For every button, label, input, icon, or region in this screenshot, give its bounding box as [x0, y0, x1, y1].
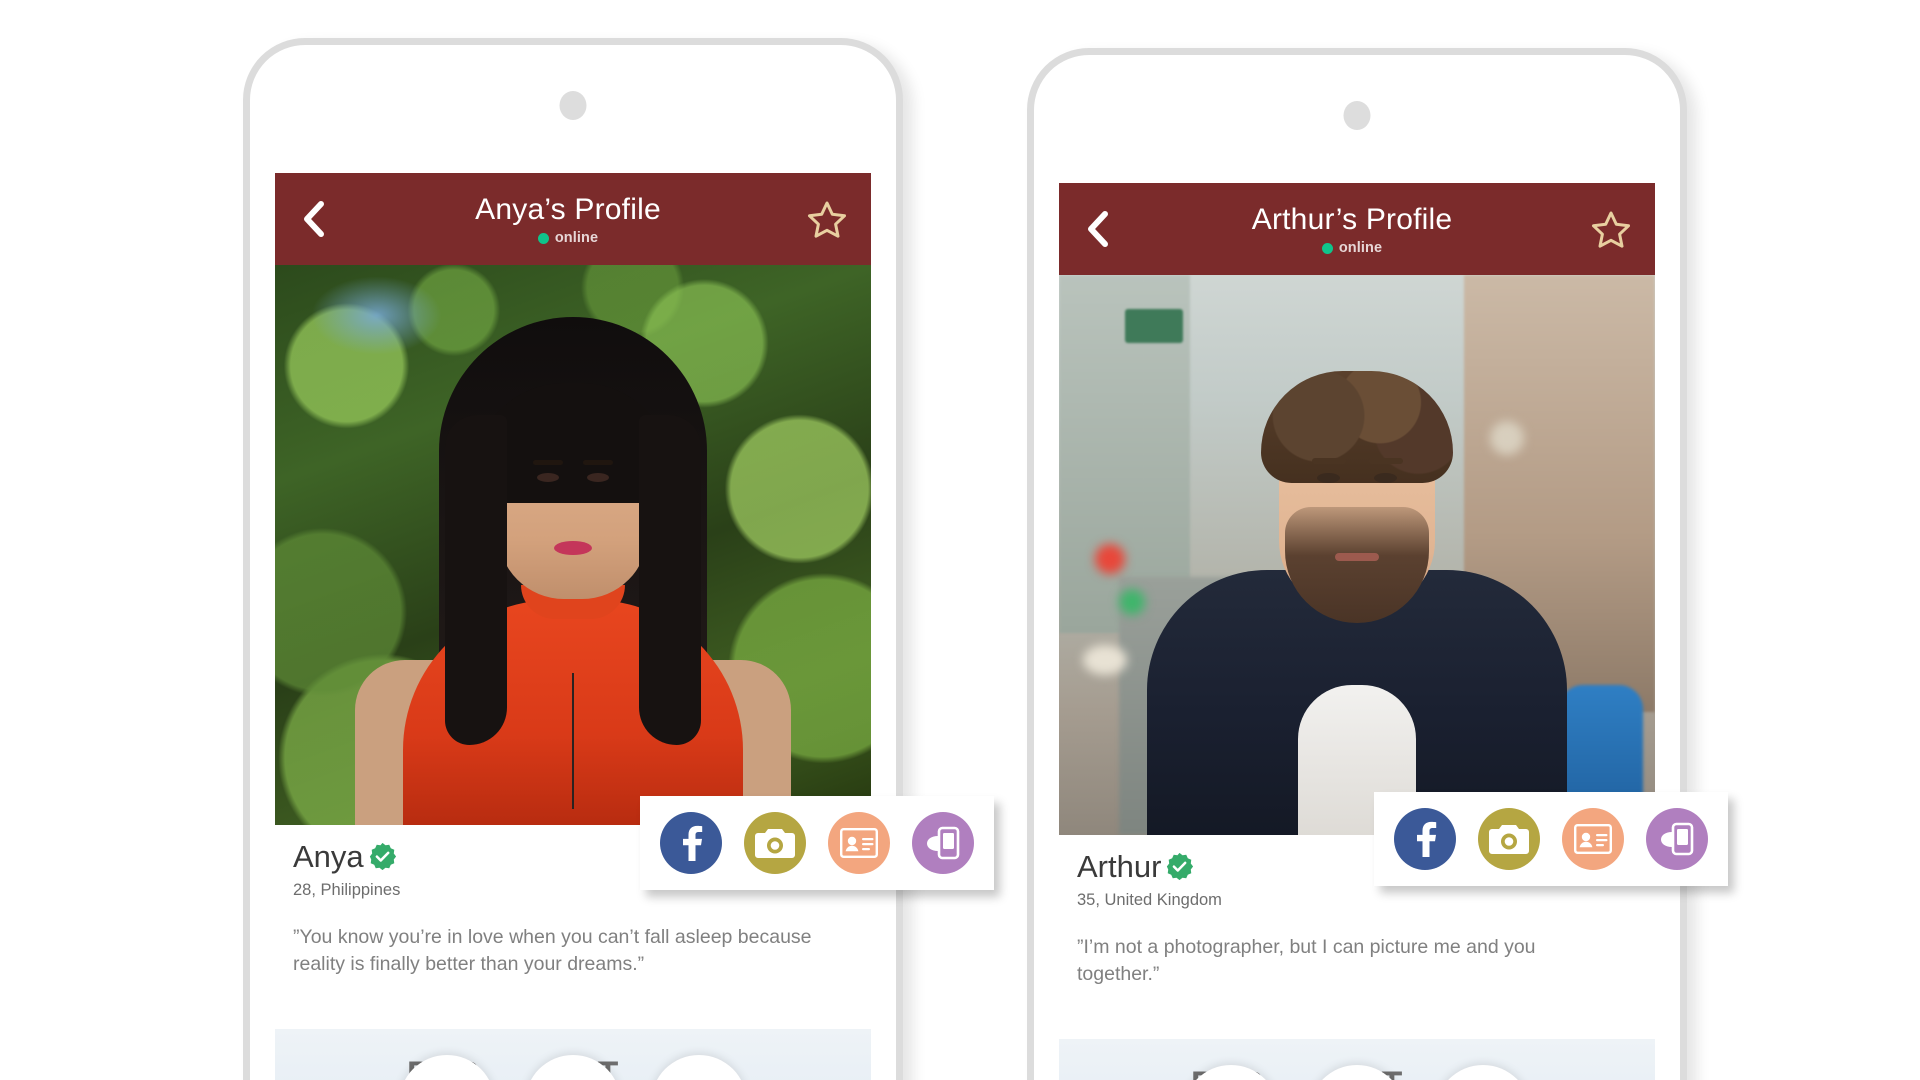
social-actions-card-arthur	[1374, 792, 1728, 886]
action-row	[1059, 1065, 1655, 1080]
facebook-icon[interactable]	[1394, 808, 1456, 870]
id-card-icon[interactable]	[828, 812, 890, 874]
like-button[interactable]	[651, 1055, 747, 1080]
bottom-action-band: PER IT	[275, 1029, 871, 1080]
video-call-button[interactable]	[399, 1055, 495, 1080]
profile-meta: 35, United Kingdom	[1077, 891, 1222, 909]
status-label: online	[1338, 240, 1383, 257]
status-badge: online	[1321, 240, 1383, 257]
page-title: Anya’s Profile	[475, 192, 661, 226]
online-dot-icon	[537, 232, 549, 244]
profile-photo-arthur	[1059, 275, 1655, 835]
phone-device-icon[interactable]	[912, 812, 974, 874]
id-card-icon[interactable]	[1562, 808, 1624, 870]
screenshot-stage: Anya’s Profile online Anya 28, Philippin…	[0, 0, 1920, 1080]
status-label: online	[554, 230, 599, 247]
bottom-action-band: PER IT	[1059, 1039, 1655, 1080]
back-icon[interactable]	[297, 199, 331, 239]
social-actions-card-anya	[640, 796, 994, 890]
chat-button[interactable]	[1309, 1065, 1405, 1080]
profile-quote: ”You know you’re in love when you can’t …	[293, 926, 812, 975]
app-screen-arthur: Arthur’s Profile online Arthur 35, Unite…	[1059, 183, 1655, 1080]
verified-badge-icon	[369, 842, 396, 871]
star-icon[interactable]	[1589, 207, 1633, 251]
page-title: Arthur’s Profile	[1251, 202, 1453, 236]
profile-quote: ”I’m not a photographer, but I can pictu…	[1077, 936, 1536, 985]
camera-icon[interactable]	[1478, 808, 1540, 870]
status-badge: online	[537, 230, 599, 247]
header-center: Arthur’s Profile online	[1115, 204, 1589, 257]
verified-badge-icon	[1166, 852, 1194, 881]
app-header: Anya’s Profile online	[275, 173, 871, 265]
app-screen-anya: Anya’s Profile online Anya 28, Philippin…	[275, 173, 871, 1080]
phone-mockup-anya: Anya’s Profile online Anya 28, Philippin…	[243, 38, 903, 1080]
video-call-button[interactable]	[1183, 1065, 1279, 1080]
front-camera-icon	[1343, 101, 1371, 130]
profile-photo-anya	[275, 265, 871, 825]
star-icon[interactable]	[805, 197, 849, 241]
back-icon[interactable]	[1081, 209, 1115, 249]
profile-name: Anya	[293, 839, 364, 874]
phone-device-icon[interactable]	[1646, 808, 1708, 870]
like-button[interactable]	[1435, 1065, 1531, 1080]
camera-icon[interactable]	[744, 812, 806, 874]
front-camera-icon	[559, 91, 587, 120]
app-header: Arthur’s Profile online	[1059, 183, 1655, 275]
action-row	[275, 1055, 871, 1080]
header-center: Anya’s Profile online	[331, 194, 805, 247]
online-dot-icon	[1321, 242, 1333, 254]
facebook-icon[interactable]	[660, 812, 722, 874]
chat-button[interactable]	[525, 1055, 621, 1080]
phone-mockup-arthur: Arthur’s Profile online Arthur 35, Unite…	[1027, 48, 1687, 1080]
profile-name: Arthur	[1077, 849, 1162, 884]
